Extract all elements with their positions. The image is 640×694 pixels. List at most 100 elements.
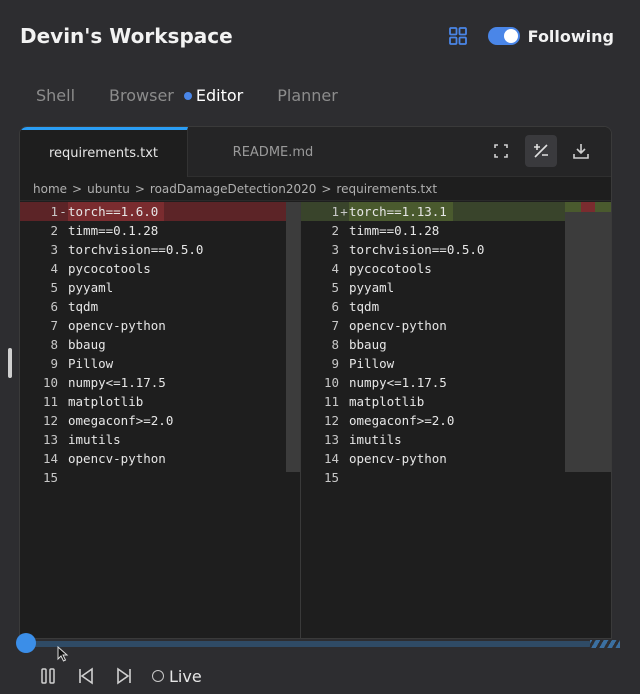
diff-marker xyxy=(339,221,349,240)
line-number: 10 xyxy=(42,375,58,390)
breadcrumb-separator: > xyxy=(134,181,145,196)
line-number: 12 xyxy=(42,413,58,428)
code-line[interactable]: 8 bbaug xyxy=(20,335,300,354)
skip-forward-icon xyxy=(117,667,131,685)
breadcrumb: home > ubuntu > roadDamageDetection2020 … xyxy=(20,177,611,201)
code-line[interactable]: 12 omegaconf>=2.0 xyxy=(20,411,300,430)
code-line[interactable]: 11 matplotlib xyxy=(20,392,300,411)
line-number: 1 xyxy=(50,204,58,219)
diff-marker xyxy=(339,468,349,487)
diff-marker xyxy=(58,449,68,468)
code-text: pyyaml xyxy=(349,280,395,295)
timeline-live-segment xyxy=(590,640,620,648)
file-tab-readme[interactable]: README.md xyxy=(188,127,358,177)
fullscreen-button[interactable] xyxy=(485,135,517,167)
file-tab-label: README.md xyxy=(232,144,314,160)
download-icon xyxy=(573,144,589,159)
diff-marker xyxy=(58,240,68,259)
editor-actions xyxy=(477,135,597,167)
original-scrollbar[interactable] xyxy=(286,202,300,472)
line-number: 13 xyxy=(42,432,58,447)
code-text: timm==0.1.28 xyxy=(349,223,440,238)
breadcrumb-item[interactable]: requirements.txt xyxy=(336,182,437,196)
code-line[interactable]: 3 torchvision==0.5.0 xyxy=(20,240,300,259)
diff-marker xyxy=(58,411,68,430)
following-toggle[interactable] xyxy=(487,27,520,45)
fullscreen-icon xyxy=(494,144,508,158)
code-line[interactable]: 6 tqdm xyxy=(20,297,300,316)
skip-back-button[interactable] xyxy=(76,666,96,686)
code-line[interactable]: 5 pyyaml xyxy=(20,278,300,297)
breadcrumb-separator: > xyxy=(321,181,332,196)
diff-marker xyxy=(339,335,349,354)
line-number: 4 xyxy=(50,261,58,276)
code-text: Pillow xyxy=(68,356,114,371)
code-line[interactable]: 2 timm==0.1.28 xyxy=(20,221,300,240)
tab-label: Browser xyxy=(109,86,174,105)
code-text: opencv-python xyxy=(68,451,166,466)
code-line[interactable]: 14 opencv-python xyxy=(20,449,300,468)
diff-marker xyxy=(339,297,349,316)
code-text: pycocotools xyxy=(349,261,432,276)
live-indicator-icon xyxy=(152,670,164,682)
diff-icon xyxy=(534,144,548,158)
diff-marker xyxy=(58,468,68,487)
code-line[interactable]: 13 imutils xyxy=(20,430,300,449)
following-label: Following xyxy=(527,26,614,46)
diff-marker: - xyxy=(59,204,67,219)
tab-browser[interactable]: Browser xyxy=(109,86,174,105)
mouse-cursor-icon xyxy=(57,646,69,662)
download-button[interactable] xyxy=(565,135,597,167)
code-line[interactable]: 10 numpy<=1.17.5 xyxy=(20,373,300,392)
code-text: numpy<=1.17.5 xyxy=(349,375,447,390)
playback-timeline[interactable] xyxy=(16,633,620,653)
code-line[interactable]: 4 pycocotools xyxy=(20,259,300,278)
header-actions: Following xyxy=(448,26,614,46)
diff-marker xyxy=(339,354,349,373)
original-pane[interactable]: 1- torch==1.6.0 2 timm==0.1.28 3 torchvision=… xyxy=(20,202,300,638)
line-number: 9 xyxy=(50,356,58,371)
tab-editor[interactable]: Editor xyxy=(183,86,244,105)
diff-marker xyxy=(339,430,349,449)
diff-marker xyxy=(58,354,68,373)
code-line[interactable]: 9 Pillow xyxy=(20,354,300,373)
timeline-scrubber[interactable] xyxy=(16,633,36,653)
grid-icon[interactable] xyxy=(448,26,468,46)
code-text: opencv-python xyxy=(68,318,166,333)
tab-label: Shell xyxy=(36,86,76,105)
line-number: 6 xyxy=(50,299,58,314)
tab-planner[interactable]: Planner xyxy=(277,86,338,105)
modified-scrollbar[interactable] xyxy=(565,202,611,472)
breadcrumb-item[interactable]: home xyxy=(33,182,67,196)
diff-marker xyxy=(58,430,68,449)
timeline-track[interactable] xyxy=(26,641,592,647)
breadcrumb-item[interactable]: roadDamageDetection2020 xyxy=(150,182,316,196)
code-text: pyyaml xyxy=(68,280,114,295)
workspace-tabs: Shell Browser Editor Planner xyxy=(36,86,372,105)
live-button[interactable]: Live xyxy=(152,667,202,686)
pause-button[interactable] xyxy=(38,666,58,686)
file-tab-requirements[interactable]: requirements.txt xyxy=(20,127,188,177)
code-line[interactable]: 15 xyxy=(20,468,300,487)
diff-marker xyxy=(339,259,349,278)
tab-label: Editor xyxy=(195,86,244,105)
code-line[interactable]: 7 opencv-python xyxy=(20,316,300,335)
skip-forward-button[interactable] xyxy=(114,666,134,686)
line-number: 11 xyxy=(42,394,58,409)
diff-marker xyxy=(58,392,68,411)
code-text: pycocotools xyxy=(68,261,151,276)
code-text: torch==1.6.0 xyxy=(68,202,165,221)
line-number: 14 xyxy=(323,451,339,466)
diff-toggle-button[interactable] xyxy=(525,135,557,167)
workspace-header: Devin's Workspace Following xyxy=(20,22,614,50)
line-number: 7 xyxy=(331,318,339,333)
code-line[interactable]: 1- torch==1.6.0 xyxy=(20,202,300,221)
code-text: omegaconf>=2.0 xyxy=(349,413,455,428)
tab-shell[interactable]: Shell xyxy=(36,86,75,105)
code-text: bbaug xyxy=(68,337,106,352)
panel-resize-handle[interactable] xyxy=(8,348,12,378)
diff-marker xyxy=(339,392,349,411)
breadcrumb-item[interactable]: ubuntu xyxy=(87,182,130,196)
